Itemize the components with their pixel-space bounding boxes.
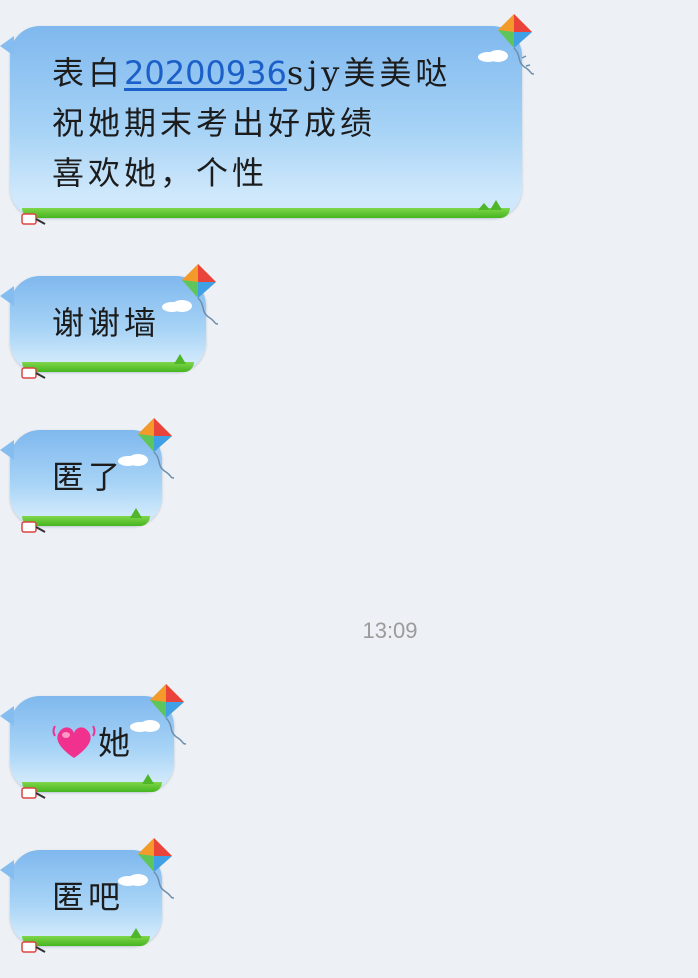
bubble-tail — [0, 706, 14, 726]
grass-strip — [22, 208, 510, 218]
message-bubble-2[interactable]: 谢谢墙 — [0, 264, 219, 379]
grass-tuft — [490, 200, 502, 210]
message-text: 匿吧 — [52, 878, 125, 916]
message-timestamp: 13:09 — [362, 618, 418, 643]
spool-icon — [21, 213, 46, 225]
kite-icon — [138, 838, 175, 899]
message-bubble-3[interactable]: 匿了 — [0, 418, 175, 533]
grass-tuft — [130, 508, 142, 518]
bubble-tail — [0, 860, 14, 880]
spool-icon — [21, 787, 46, 799]
message-text: 她 — [52, 718, 134, 768]
message-line-3: 喜欢她，个性 — [52, 154, 269, 192]
message-text: 表白20200936sjy美美哒 祝她期末考出好成绩 喜欢她，个性 — [52, 48, 482, 198]
bubble-tail — [0, 440, 14, 460]
message-text: 匿了 — [52, 458, 125, 496]
kite-icon — [182, 264, 219, 325]
chat-view: 表白20200936sjy美美哒 祝她期末考出好成绩 喜欢她，个性 谢谢墙 匿了… — [0, 0, 698, 978]
grass-tuft — [142, 774, 154, 784]
kite-icon — [150, 684, 187, 745]
message-bubble-1[interactable]: 表白20200936sjy美美哒 祝她期末考出好成绩 喜欢她，个性 — [0, 14, 535, 225]
message-bubble-4[interactable]: 她 — [0, 684, 187, 799]
message-text: 谢谢墙 — [52, 304, 161, 342]
message-text-suffix: sjy美美哒 — [286, 54, 452, 92]
kite-icon — [138, 418, 175, 479]
grass-tuft — [174, 354, 186, 364]
kite-icon — [498, 14, 535, 75]
grass-strip — [22, 362, 194, 372]
qq-number-link[interactable]: 20200936 — [124, 54, 287, 92]
bubble-tail — [0, 36, 14, 56]
spool-icon — [21, 521, 46, 533]
spool-icon — [21, 941, 46, 953]
message-bubble-5[interactable]: 匿吧 — [0, 838, 175, 953]
message-line-2: 祝她期末考出好成绩 — [52, 104, 377, 142]
grass-tuft — [478, 203, 490, 210]
message-line-1: 表白20200936sjy美美哒 — [52, 48, 482, 98]
spool-icon — [21, 367, 46, 379]
message-text-prefix: 表白 — [52, 54, 125, 92]
heart-icon — [52, 725, 96, 758]
bubble-tail — [0, 286, 14, 306]
grass-tuft — [130, 928, 142, 938]
